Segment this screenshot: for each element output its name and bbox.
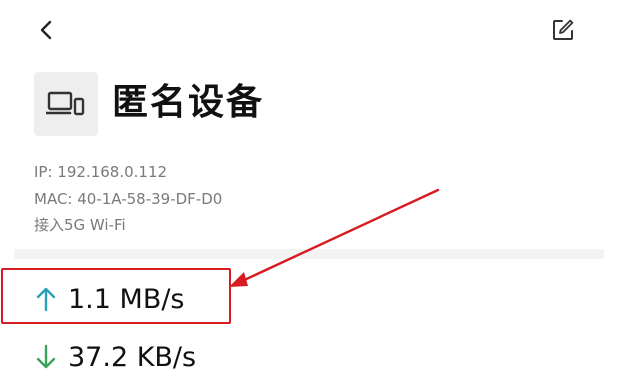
annotation-highlight-box [1, 268, 231, 324]
laptop-phone-icon [46, 91, 85, 116]
edit-icon [553, 19, 574, 40]
device-mac: MAC: 40-1A-58-39-DF-D0 [34, 190, 223, 208]
arrow-down-icon [34, 342, 58, 372]
section-divider [14, 249, 604, 259]
back-button[interactable] [28, 12, 64, 48]
download-speed-value: 37.2 KB/s [68, 341, 197, 373]
edit-button[interactable] [545, 12, 581, 48]
device-icon-tile [34, 72, 98, 136]
device-name: 匿名设备 [112, 82, 265, 123]
download-speed-row: 37.2 KB/s [34, 337, 196, 377]
device-connection: 接入5G Wi-Fi [34, 216, 126, 234]
chevron-left-icon [40, 20, 52, 40]
device-ip: IP: 192.168.0.112 [34, 163, 168, 181]
